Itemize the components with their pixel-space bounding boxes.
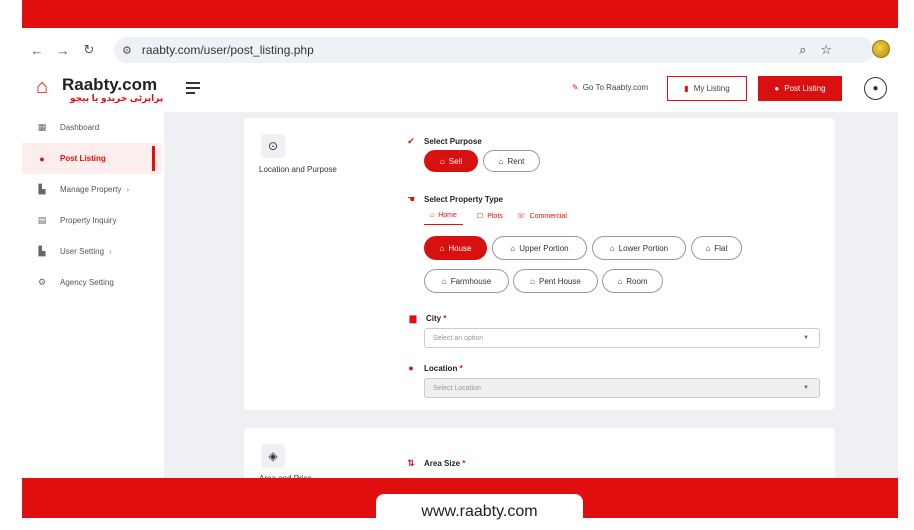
main-content: ⊙ Location and Purpose ✔ Select Purpose ⌂… [164,112,898,508]
home-type-room[interactable]: ⌂ Room [602,269,663,293]
section-title: Location and Purpose [259,165,337,174]
app-header: ⌂ Raabty.com پراپرٹی خریدو یا بیچو ✎ Go T… [22,68,898,110]
location-pin-icon: ● [408,363,414,373]
browser-toolbar: ← → ↻ ⚙ raabty.com/user/post_listing.php… [22,36,898,64]
user-avatar-icon[interactable]: ● [864,77,887,100]
purpose-option-sell[interactable]: ⌂ Sell [424,150,478,172]
home-type-farmhouse[interactable]: ⌂ Farmhouse [424,269,509,293]
location-label: ● Location * [406,363,462,373]
house-icon: ⌂ [609,243,615,253]
location-pin-icon: ● [39,153,45,164]
menu-toggle-icon[interactable] [186,82,200,97]
url-text: raabty.com/user/post_listing.php [141,43,314,57]
house-icon: ⌂ [430,212,435,219]
sidebar: ▦ Dashboard ● Post Listing ▙ Manage Propert… [22,112,162,480]
brand-logo[interactable]: ⌂ Raabty.com پراپرٹی خریدو یا بیچو [36,76,163,103]
bookmark-star-icon[interactable]: ☆ [820,42,832,58]
forward-icon[interactable]: → [52,43,74,58]
gear-icon: ⚙ [37,277,47,287]
home-type-pent-house[interactable]: ⌂ Pent House [513,269,598,293]
chevron-right-icon: › [109,247,112,256]
zoom-icon[interactable]: ⌕ [799,42,806,58]
location-pin-icon: ● [774,84,780,93]
location-purpose-card: ⊙ Location and Purpose ✔ Select Purpose ⌂… [244,118,835,410]
house-icon: ⌂ [617,276,623,286]
house-icon: ⌂ [441,276,447,286]
back-icon[interactable]: ← [26,43,48,58]
property-type-tabs: ⌂ Home ☐ Plots ☏ Commercial [424,212,567,225]
tab-plots[interactable]: ☐ Plots [477,212,503,225]
home-type-upper-portion[interactable]: ⌂ Upper Portion [492,236,587,260]
sidebar-item-user-setting[interactable]: ▙ User Setting › [22,236,162,267]
edit-icon: ✎ [572,83,579,92]
caret-down-icon: ▼ [803,335,809,341]
home-type-house[interactable]: ⌂ House [424,236,487,260]
sidebar-item-agency-setting[interactable]: ⚙ Agency Setting [22,267,162,298]
caret-down-icon: ▼ [803,385,809,391]
address-bar-actions: ⌕ ☆ [799,37,832,63]
listing-icon: ▮ [684,84,689,93]
location-select[interactable]: Select Location ▼ [424,378,820,398]
purpose-option-rent[interactable]: ⌂ Rent [483,150,540,172]
hand-pointer-icon: ☚ [406,194,416,204]
sidebar-item-dashboard[interactable]: ▦ Dashboard [22,112,162,143]
plot-icon: ☐ [476,213,484,220]
post-listing-label: Post Listing [784,84,826,93]
building-icon: ▙ [38,184,46,194]
sidebar-item-property-inquiry[interactable]: ▤ Property Inquiry [22,205,162,236]
house-icon: ⌂ [439,243,445,253]
my-listing-button[interactable]: ▮ My Listing [667,76,747,101]
reload-icon[interactable]: ↻ [78,42,100,58]
inbox-icon: ▤ [37,215,47,225]
resize-icon: ⇅ [407,458,415,468]
home-type-flat[interactable]: ⌂ Flat [691,236,742,260]
extension-icon[interactable] [872,40,890,58]
commercial-icon: ☏ [516,213,526,220]
house-logo-icon: ⌂ [36,76,49,98]
tab-commercial[interactable]: ☏ Commercial [517,212,567,225]
chevron-right-icon: › [126,185,130,194]
map-pin-icon: ⊙ [261,134,285,158]
brand-name: Raabty.com [62,75,158,94]
dashboard-icon: ▦ [37,122,47,132]
home-type-lower-portion[interactable]: ⌂ Lower Portion [592,236,686,260]
building-icon: ▙ [38,246,46,256]
site-url-caption: www.raabty.com [376,494,583,530]
check-circle-icon: ✔ [407,136,415,146]
top-red-band [22,0,898,28]
property-type-label: ☚ Select Property Type [406,194,503,204]
my-listing-label: My Listing [693,84,730,93]
address-bar[interactable]: ⚙ raabty.com/user/post_listing.php ⌕ ☆ [114,37,874,63]
house-icon: ⌂ [530,276,536,286]
city-icon: ▆ [409,313,417,323]
brand-tagline: پراپرٹی خریدو یا بیچو [70,93,164,103]
post-listing-button[interactable]: ● Post Listing [758,76,842,101]
city-select[interactable]: Select an option ▼ [424,328,820,348]
house-icon: ⌂ [439,156,445,166]
city-label: ▆ City * [409,313,447,323]
area-size-label: ⇅ Area Size * [407,458,466,468]
house-icon: ⌂ [510,243,516,253]
sidebar-item-manage-property[interactable]: ▙ Manage Property › [22,174,162,205]
purpose-label: ✔ Select Purpose [407,136,482,146]
goto-site-label: Go To Raabty.com [582,83,649,92]
site-settings-icon[interactable]: ⚙ [122,44,132,57]
house-icon: ⌂ [705,243,711,253]
sidebar-item-post-listing[interactable]: ● Post Listing [22,143,162,174]
screenshot-frame: ← → ↻ ⚙ raabty.com/user/post_listing.php… [0,0,914,530]
goto-site-link[interactable]: ✎ Go To Raabty.com [572,83,648,92]
house-icon: ⌂ [498,156,504,166]
tab-home[interactable]: ⌂ Home [424,212,463,225]
price-tag-icon: ◈ [261,444,285,468]
